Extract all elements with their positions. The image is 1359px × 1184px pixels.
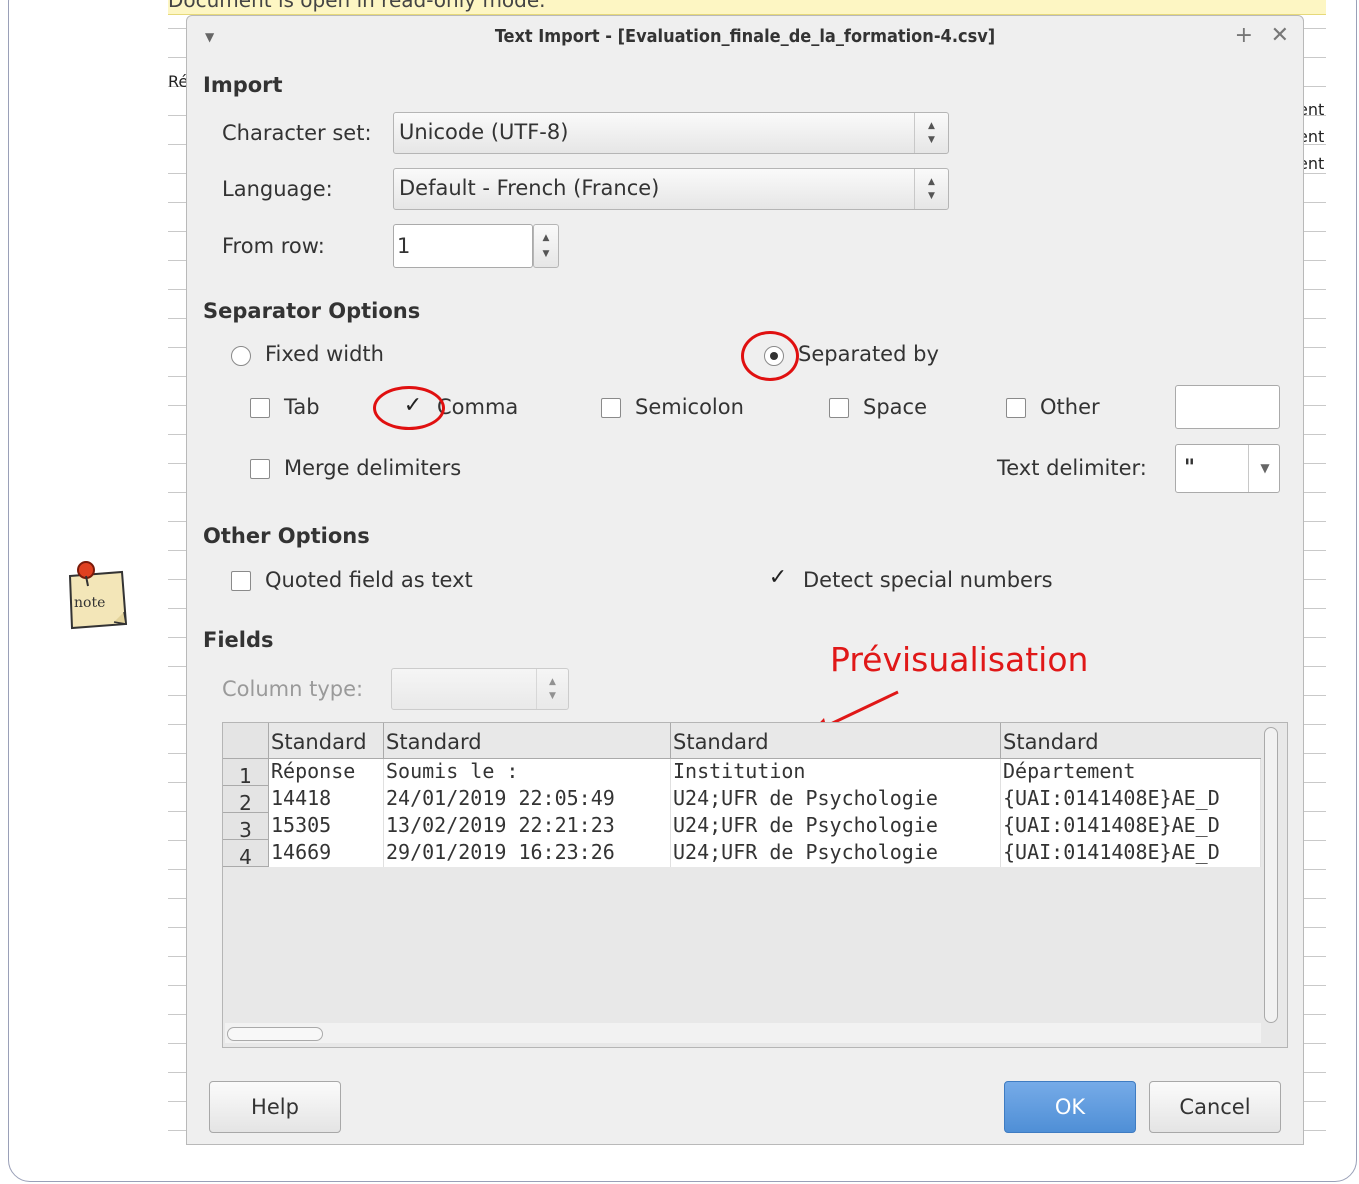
maximize-icon[interactable]: + [1235, 23, 1253, 48]
from-row-value: 1 [397, 234, 411, 258]
table-cell: Institution [671, 759, 1001, 786]
language-dropdown-arrows[interactable]: ▲ ▼ [914, 169, 948, 209]
table-cell: 13/02/2019 22:21:23 [384, 813, 671, 840]
ok-button[interactable]: OK [1004, 1081, 1136, 1133]
other-separator-input[interactable] [1175, 385, 1280, 429]
other-options-section-title: Other Options [203, 524, 370, 548]
cancel-button[interactable]: Cancel [1149, 1081, 1281, 1133]
text-delimiter-value: " [1184, 455, 1195, 479]
column-header[interactable]: Standard [1001, 723, 1261, 759]
chevron-down-icon[interactable]: ▼ [1248, 445, 1281, 492]
space-checkbox[interactable] [829, 398, 849, 418]
row-number: 3 [223, 813, 269, 842]
preview-corner [223, 723, 269, 759]
sheet-cell: Ré [168, 72, 189, 91]
merge-delimiters-label: Merge delimiters [284, 456, 462, 480]
merge-delimiters-checkbox[interactable] [250, 459, 270, 479]
charset-label: Character set: [222, 121, 372, 145]
read-only-infobar: Document is open in read-only mode. [168, 0, 1326, 15]
comma-label: Comma [437, 395, 519, 419]
table-cell: Soumis le : [384, 759, 671, 786]
column-header[interactable]: Standard [269, 723, 384, 759]
quoted-field-checkbox[interactable] [231, 571, 251, 591]
comma-checkbox[interactable]: ✓ [403, 395, 423, 417]
fixed-width-label: Fixed width [265, 342, 384, 366]
charset-value: Unicode (UTF-8) [399, 120, 569, 144]
note-icon: note [68, 561, 128, 630]
table-cell: U24;UFR de Psychologie [671, 786, 1001, 813]
row-number: 1 [223, 759, 269, 788]
horizontal-scrollbar[interactable] [227, 1027, 323, 1041]
table-cell: {UAI:0141408E}AE_D [1001, 786, 1261, 813]
from-row-label: From row: [222, 234, 325, 258]
chevron-down-icon[interactable]: ▼ [534, 249, 558, 259]
language-select[interactable]: Default - French (France) ▲ ▼ [393, 168, 949, 210]
other-label: Other [1040, 395, 1100, 419]
import-section-title: Import [203, 73, 283, 97]
preview-table[interactable]: Standard Standard Standard Standard 1 Ré… [222, 722, 1288, 1048]
horizontal-scrollbar-track[interactable] [225, 1023, 1261, 1043]
tab-label: Tab [284, 395, 320, 419]
chevron-down-icon: ▼ [928, 135, 935, 145]
row-number: 2 [223, 786, 269, 815]
table-cell: 15305 [269, 813, 384, 840]
semicolon-checkbox[interactable] [601, 398, 621, 418]
table-cell: U24;UFR de Psychologie [671, 840, 1001, 867]
table-cell: {UAI:0141408E}AE_D [1001, 813, 1261, 840]
semicolon-label: Semicolon [635, 395, 744, 419]
svg-text:note: note [74, 595, 105, 611]
table-cell: 24/01/2019 22:05:49 [384, 786, 671, 813]
column-header[interactable]: Standard [384, 723, 671, 759]
separated-by-radio[interactable] [764, 346, 784, 366]
table-cell: 14418 [269, 786, 384, 813]
quoted-field-label: Quoted field as text [265, 568, 473, 592]
chevron-down-icon: ▼ [549, 691, 556, 701]
chevron-up-icon: ▲ [928, 177, 935, 187]
charset-select[interactable]: Unicode (UTF-8) ▲ ▼ [393, 112, 949, 154]
column-header[interactable]: Standard [671, 723, 1001, 759]
charset-dropdown-arrows[interactable]: ▲ ▼ [914, 113, 948, 153]
fixed-width-radio[interactable] [231, 346, 251, 366]
language-value: Default - French (France) [399, 176, 660, 200]
table-cell: 14669 [269, 840, 384, 867]
chevron-up-icon: ▲ [549, 677, 556, 687]
other-checkbox[interactable] [1006, 398, 1026, 418]
table-cell: Réponse [269, 759, 384, 786]
text-delimiter-label: Text delimiter: [997, 456, 1147, 480]
separator-section-title: Separator Options [203, 299, 421, 323]
vertical-scrollbar[interactable] [1264, 727, 1278, 1023]
fields-section-title: Fields [203, 628, 274, 652]
table-cell: {UAI:0141408E}AE_D [1001, 840, 1261, 867]
column-type-arrows[interactable]: ▲ ▼ [536, 669, 568, 709]
chevron-down-icon: ▼ [928, 191, 935, 201]
space-label: Space [863, 395, 927, 419]
separated-by-label: Separated by [798, 342, 939, 366]
help-button[interactable]: Help [209, 1081, 341, 1133]
table-cell: U24;UFR de Psychologie [671, 813, 1001, 840]
row-number: 4 [223, 840, 269, 869]
infobar-text: Document is open in read-only mode. [168, 0, 546, 12]
table-cell: 29/01/2019 16:23:26 [384, 840, 671, 867]
text-delimiter-select[interactable]: " ▼ [1175, 444, 1280, 493]
tab-checkbox[interactable] [250, 398, 270, 418]
from-row-input[interactable]: 1 [393, 224, 533, 268]
chevron-up-icon: ▲ [928, 121, 935, 131]
detect-special-numbers-label: Detect special numbers [803, 568, 1053, 592]
column-type-select[interactable]: ▲ ▼ [391, 668, 569, 710]
dialog-titlebar[interactable]: ▼ Text Import - [Evaluation_finale_de_la… [187, 16, 1303, 58]
preview-annotation: Prévisualisation [830, 640, 1089, 679]
dialog-title: Text Import - [Evaluation_finale_de_la_f… [494, 26, 996, 47]
language-label: Language: [222, 177, 333, 201]
chevron-up-icon[interactable]: ▲ [534, 233, 558, 243]
from-row-stepper[interactable]: ▲ ▼ [533, 224, 559, 268]
table-cell: Département [1001, 759, 1261, 786]
close-icon[interactable]: ✕ [1271, 23, 1289, 48]
column-type-label: Column type: [222, 677, 364, 701]
detect-special-numbers-checkbox[interactable]: ✓ [768, 567, 788, 589]
